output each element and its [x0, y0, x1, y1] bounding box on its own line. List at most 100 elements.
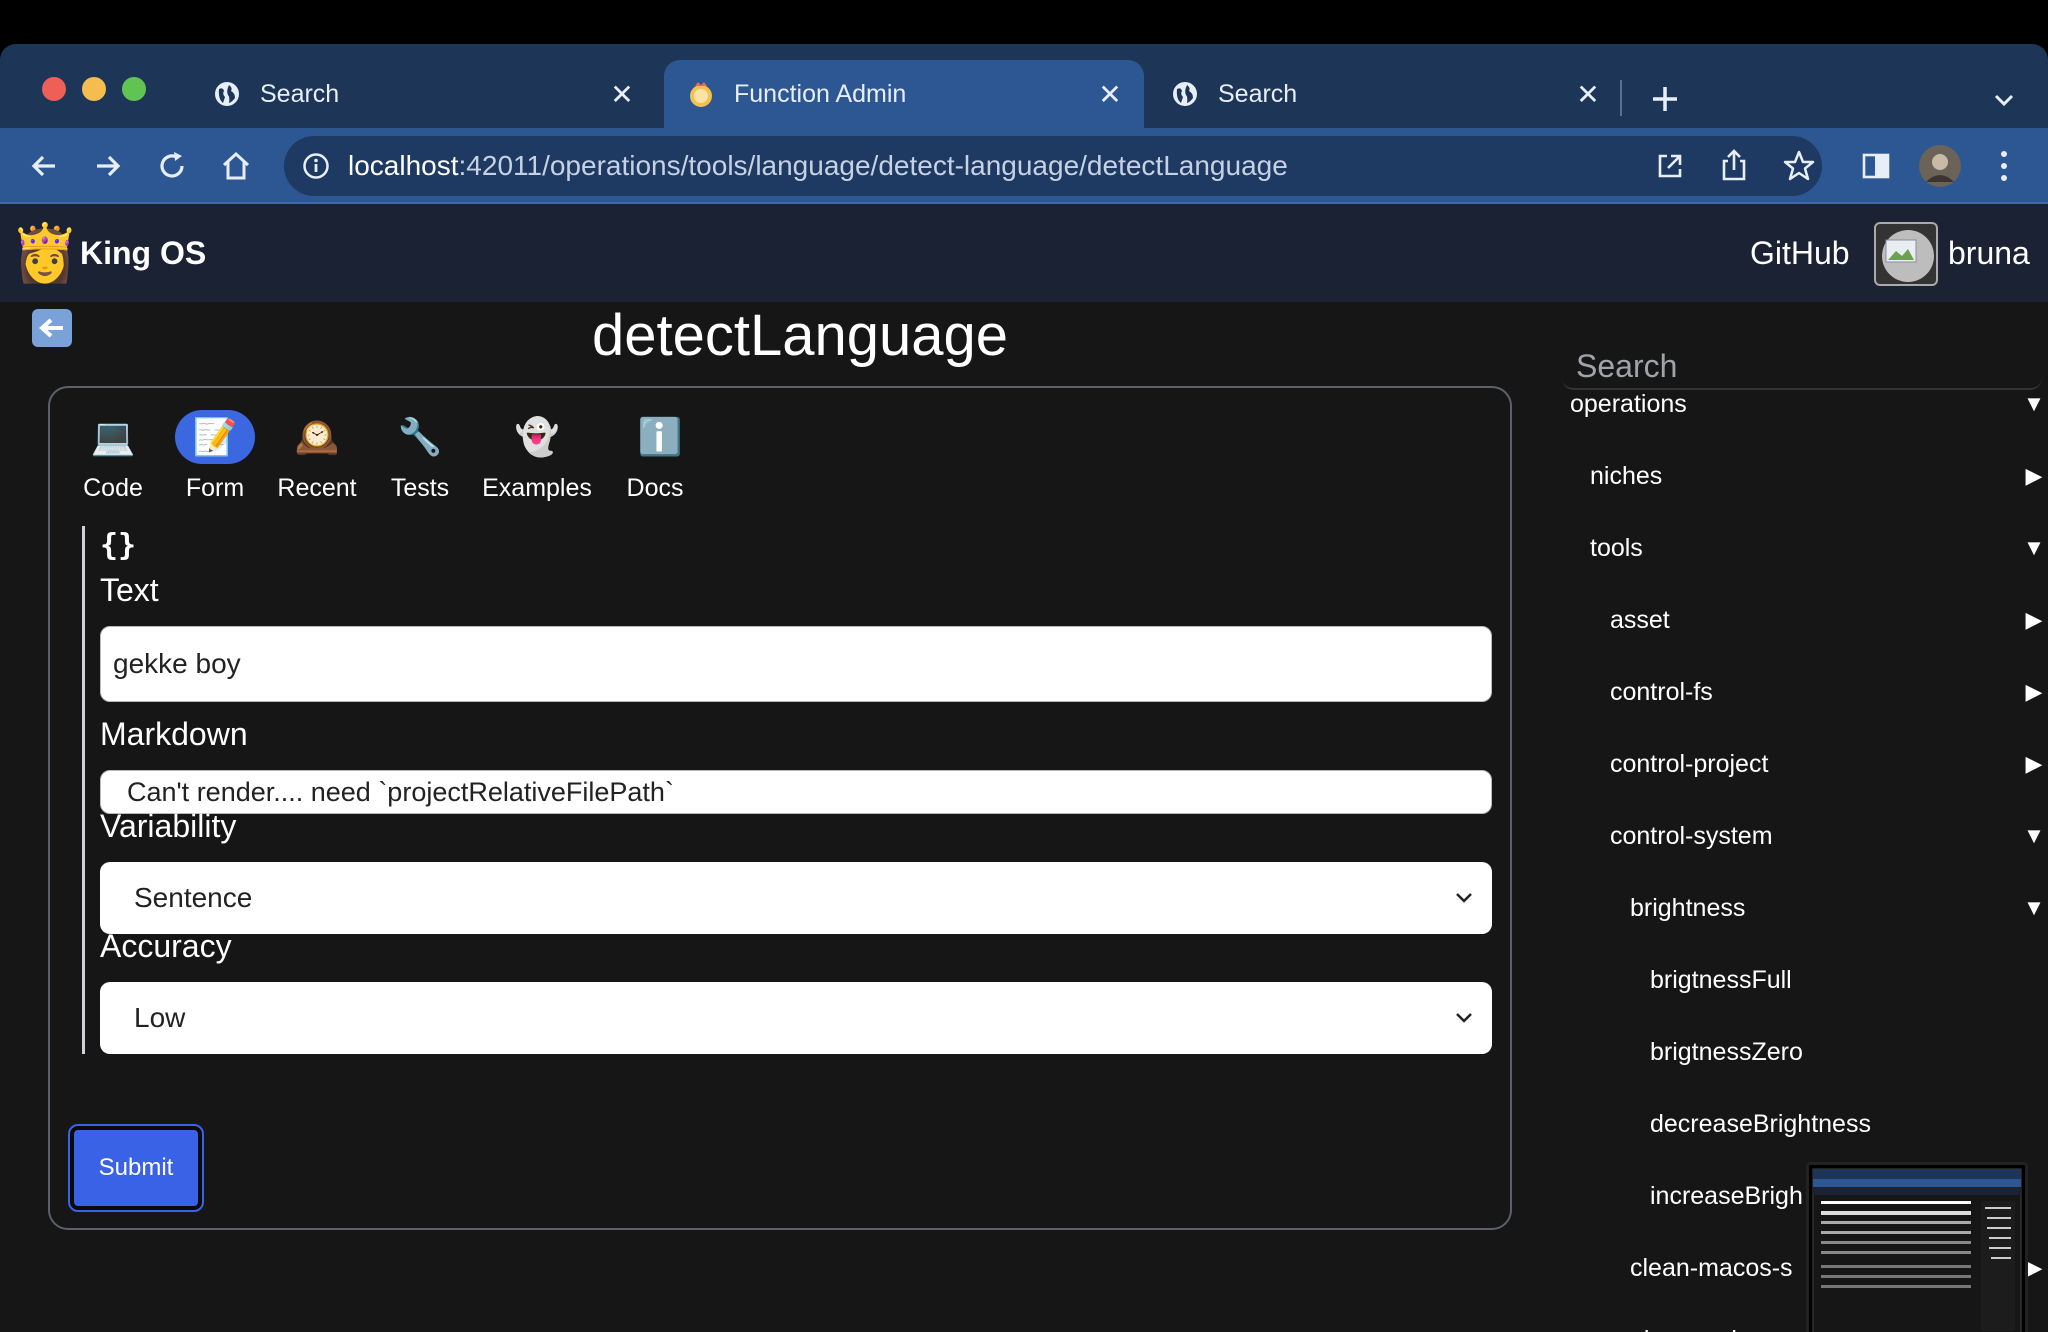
- tab-form[interactable]: 📝 Form: [170, 410, 260, 503]
- close-icon[interactable]: ✕: [602, 78, 642, 111]
- minimize-window-button[interactable]: [82, 77, 106, 101]
- address-bar[interactable]: localhost:42011/operations/tools/languag…: [284, 136, 1822, 196]
- tree-item-increasebrightness[interactable]: increaseBrigh: [1650, 1176, 1803, 1216]
- variability-select[interactable]: Sentence: [100, 862, 1492, 934]
- markdown-field[interactable]: Can't render.... need `projectRelativeFi…: [100, 770, 1492, 814]
- accuracy-selected-value: Low: [134, 1002, 186, 1033]
- memo-icon: 📝: [175, 410, 255, 464]
- avatar[interactable]: [1874, 222, 1938, 286]
- kebab-menu-icon: [2001, 151, 2007, 181]
- caret-right-icon[interactable]: ▶: [2022, 600, 2046, 640]
- tab-tests[interactable]: 🔧 Tests: [380, 410, 460, 503]
- arrow-left-icon: [31, 155, 55, 177]
- share-icon[interactable]: [1718, 148, 1750, 187]
- tab-recent[interactable]: 🕰️ Recent: [272, 410, 362, 503]
- caret-down-icon[interactable]: ▼: [2022, 888, 2046, 928]
- profile-button[interactable]: [1914, 140, 1966, 192]
- caret-right-icon[interactable]: ▶: [2022, 456, 2046, 496]
- arrow-left-icon: [38, 318, 63, 338]
- accuracy-field-label: Accuracy: [100, 928, 232, 964]
- app-icon: [686, 79, 716, 109]
- object-type-symbol: {}: [100, 528, 137, 563]
- open-in-app-icon[interactable]: [1654, 150, 1686, 187]
- screenshot-thumbnail[interactable]: [1806, 1162, 2028, 1332]
- variability-field-label: Variability: [100, 808, 237, 844]
- tree-item-decreasebrightness[interactable]: decreaseBrightness: [1650, 1104, 1871, 1144]
- ghost-icon: 👻: [514, 416, 560, 457]
- github-link[interactable]: GitHub: [1750, 204, 1850, 302]
- browser-tab-search-2[interactable]: Search ✕: [1148, 60, 1622, 128]
- tree-item-control-system[interactable]: control-system: [1610, 816, 1773, 856]
- broken-image-icon: [1882, 230, 1934, 282]
- tab-label: Examples: [482, 474, 592, 502]
- tree-item-brigtnesszero[interactable]: brigtnessZero: [1650, 1032, 1803, 1072]
- tree-item-brightness[interactable]: brightness: [1630, 888, 1745, 928]
- tab-label: Function Admin: [734, 79, 907, 108]
- info-icon[interactable]: [302, 152, 330, 185]
- browser-window: Search ✕ Function Admin ✕ Search ✕ local…: [0, 44, 2048, 1332]
- url-path: :42011/operations/tools/language/detect-…: [458, 150, 1288, 181]
- side-panel-button[interactable]: [1850, 140, 1902, 192]
- tree-item-niches[interactable]: niches: [1590, 456, 1662, 496]
- close-icon[interactable]: ✕: [1568, 78, 1608, 111]
- clock-icon: 🕰️: [294, 416, 340, 457]
- caret-right-icon[interactable]: ▶: [2022, 672, 2046, 712]
- browser-tab-function-admin[interactable]: Function Admin ✕: [664, 60, 1144, 128]
- tree-item-operations[interactable]: operations: [1570, 384, 1687, 424]
- bookmark-star-icon[interactable]: [1782, 149, 1816, 188]
- maximize-window-button[interactable]: [122, 77, 146, 101]
- arrow-right-icon: [97, 155, 121, 177]
- brand-name[interactable]: King OS: [80, 204, 206, 302]
- tree-item-control-project[interactable]: control-project: [1610, 744, 1768, 784]
- back-button[interactable]: [18, 140, 70, 192]
- back-arrow-button[interactable]: [32, 309, 72, 347]
- home-icon: [222, 151, 250, 180]
- tree-item-play-music[interactable]: play-music: [1630, 1320, 1749, 1332]
- text-field-label: Text: [100, 572, 159, 608]
- reload-button[interactable]: [146, 140, 198, 192]
- url-text[interactable]: localhost:42011/operations/tools/languag…: [348, 136, 1288, 196]
- caret-right-icon[interactable]: ▶: [2022, 744, 2046, 784]
- new-tab-button[interactable]: [1642, 76, 1688, 122]
- tab-divider: [1620, 80, 1622, 116]
- tree-item-asset[interactable]: asset: [1610, 600, 1670, 640]
- variability-selected-value: Sentence: [134, 882, 253, 913]
- tab-examples[interactable]: 👻 Examples: [482, 410, 592, 503]
- tab-label: Recent: [277, 474, 357, 502]
- chevron-down-icon: [1452, 982, 1476, 1081]
- tree-item-brigtnessfull[interactable]: brigtnessFull: [1650, 960, 1792, 1000]
- tree-item-tools[interactable]: tools: [1590, 528, 1643, 568]
- wrench-icon: 🔧: [397, 416, 443, 457]
- caret-down-icon[interactable]: ▼: [2022, 384, 2046, 424]
- tab-label: Code: [83, 474, 143, 502]
- home-button[interactable]: [210, 140, 262, 192]
- text-input[interactable]: gekke boy: [100, 626, 1492, 702]
- tree-item-control-fs[interactable]: control-fs: [1610, 672, 1713, 712]
- close-window-button[interactable]: [42, 77, 66, 101]
- tab-label: Form: [185, 474, 245, 502]
- crown-logo-icon: 👸: [10, 221, 80, 284]
- form-nesting-bar: [82, 526, 85, 1054]
- side-panel-icon: [1862, 153, 1890, 179]
- tree-item-clean-macos[interactable]: clean-macos-s: [1630, 1248, 1793, 1288]
- globe-icon: [212, 79, 242, 109]
- caret-down-icon[interactable]: ▼: [2022, 816, 2046, 856]
- information-icon: ℹ️: [637, 416, 683, 457]
- accuracy-select[interactable]: Low: [100, 982, 1492, 1054]
- function-panel: 💻 Code 📝 Form 🕰️ Recent 🔧 Tests 👻 Exampl…: [48, 386, 1512, 1230]
- reload-icon: [160, 152, 184, 178]
- plus-icon: [1653, 87, 1677, 111]
- url-host: localhost: [348, 150, 459, 181]
- tab-search-button[interactable]: [1982, 78, 2026, 122]
- tab-code[interactable]: 💻 Code: [72, 410, 154, 503]
- chevron-down-icon: [1994, 94, 2014, 107]
- caret-down-icon[interactable]: ▼: [2022, 528, 2046, 568]
- browser-tab-search-1[interactable]: Search ✕: [190, 60, 656, 128]
- username[interactable]: bruna: [1948, 204, 2030, 302]
- submit-button[interactable]: Submit: [68, 1124, 204, 1212]
- forward-button[interactable]: [82, 140, 134, 192]
- globe-icon: [1170, 79, 1200, 109]
- close-icon[interactable]: ✕: [1090, 78, 1130, 111]
- tab-docs[interactable]: ℹ️ Docs: [620, 410, 690, 503]
- browser-menu-button[interactable]: [1978, 140, 2030, 192]
